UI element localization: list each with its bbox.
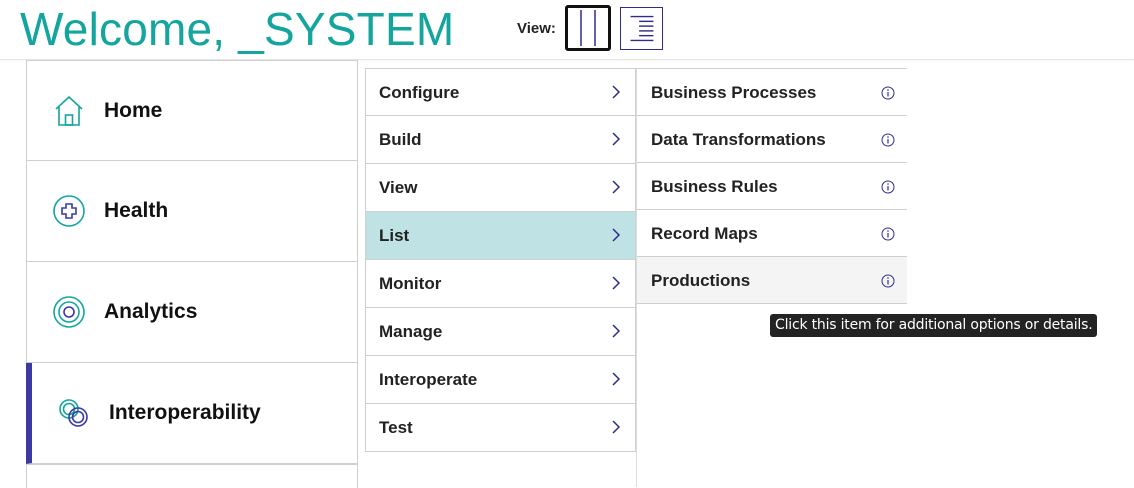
nav-label-interoperability: Interoperability bbox=[109, 401, 261, 424]
chevron-right-icon bbox=[612, 324, 621, 338]
chevron-right-icon bbox=[612, 85, 621, 99]
nav-item-analytics[interactable]: Analytics bbox=[26, 262, 358, 363]
option-productions[interactable]: Productions bbox=[637, 256, 907, 304]
info-icon[interactable] bbox=[881, 180, 895, 194]
option-label: Data Transformations bbox=[651, 130, 826, 149]
tooltip: Click this item for additional options o… bbox=[770, 314, 1098, 337]
info-icon[interactable] bbox=[881, 86, 895, 100]
submenu-label: Test bbox=[379, 418, 413, 437]
option-record-maps[interactable]: Record Maps bbox=[637, 209, 907, 257]
submenu-column: Configure Build View List Monitor Manage… bbox=[365, 68, 636, 452]
nav-label-analytics: Analytics bbox=[104, 300, 198, 323]
submenu-label: Build bbox=[379, 130, 422, 149]
submenu-item-view[interactable]: View bbox=[365, 164, 636, 212]
submenu-label: Configure bbox=[379, 83, 460, 102]
submenu-label: List bbox=[379, 226, 410, 245]
nav-label-health: Health bbox=[104, 199, 169, 222]
submenu-label: View bbox=[379, 178, 418, 197]
chevron-right-icon bbox=[612, 180, 621, 194]
chevron-right-icon bbox=[612, 228, 621, 242]
info-icon[interactable] bbox=[881, 274, 895, 288]
submenu-item-monitor[interactable]: Monitor bbox=[365, 260, 636, 308]
submenu-item-configure[interactable]: Configure bbox=[365, 68, 636, 116]
info-icon[interactable] bbox=[881, 133, 895, 147]
home-icon bbox=[55, 95, 83, 126]
option-label: Productions bbox=[651, 271, 751, 290]
chevron-right-icon bbox=[612, 420, 621, 434]
list-view-icon bbox=[630, 15, 654, 42]
columns-view-button[interactable] bbox=[565, 5, 611, 51]
list-view-button[interactable] bbox=[620, 7, 663, 50]
health-icon bbox=[53, 195, 85, 227]
option-label: Business Processes bbox=[651, 83, 817, 102]
interoperability-icon bbox=[59, 399, 88, 427]
chevron-right-icon bbox=[612, 132, 621, 146]
nav-item-home[interactable]: Home bbox=[26, 60, 358, 161]
options-column: Business Processes Data Transformations … bbox=[637, 68, 907, 304]
nav-item-health[interactable]: Health bbox=[26, 161, 358, 262]
view-label: View: bbox=[517, 20, 556, 37]
option-label: Business Rules bbox=[651, 177, 778, 196]
submenu-item-list[interactable]: List bbox=[365, 212, 636, 260]
option-business-processes[interactable]: Business Processes bbox=[637, 68, 907, 116]
nav-item-partial bbox=[26, 464, 358, 488]
welcome-title: Welcome, _SYSTEM bbox=[20, 3, 455, 55]
nav-label-home: Home bbox=[104, 99, 163, 122]
columns-view-icon bbox=[580, 10, 596, 46]
submenu-label: Interoperate bbox=[379, 370, 478, 389]
submenu-item-test[interactable]: Test bbox=[365, 404, 636, 452]
chevron-right-icon bbox=[612, 372, 621, 386]
chevron-right-icon bbox=[612, 276, 621, 290]
submenu-label: Monitor bbox=[379, 274, 442, 293]
info-icon[interactable] bbox=[881, 227, 895, 241]
nav-item-interoperability[interactable]: Interoperability bbox=[26, 363, 358, 464]
option-label: Record Maps bbox=[651, 224, 758, 243]
submenu-item-build[interactable]: Build bbox=[365, 116, 636, 164]
submenu-item-interoperate[interactable]: Interoperate bbox=[365, 356, 636, 404]
analytics-icon bbox=[53, 296, 85, 328]
option-data-transformations[interactable]: Data Transformations bbox=[637, 115, 907, 163]
left-nav: Home Health Analytics Interoperability bbox=[26, 60, 358, 488]
option-business-rules[interactable]: Business Rules bbox=[637, 162, 907, 210]
top-bar: Welcome, _SYSTEM View: bbox=[0, 0, 1134, 60]
submenu-item-manage[interactable]: Manage bbox=[365, 308, 636, 356]
submenu-label: Manage bbox=[379, 322, 443, 341]
